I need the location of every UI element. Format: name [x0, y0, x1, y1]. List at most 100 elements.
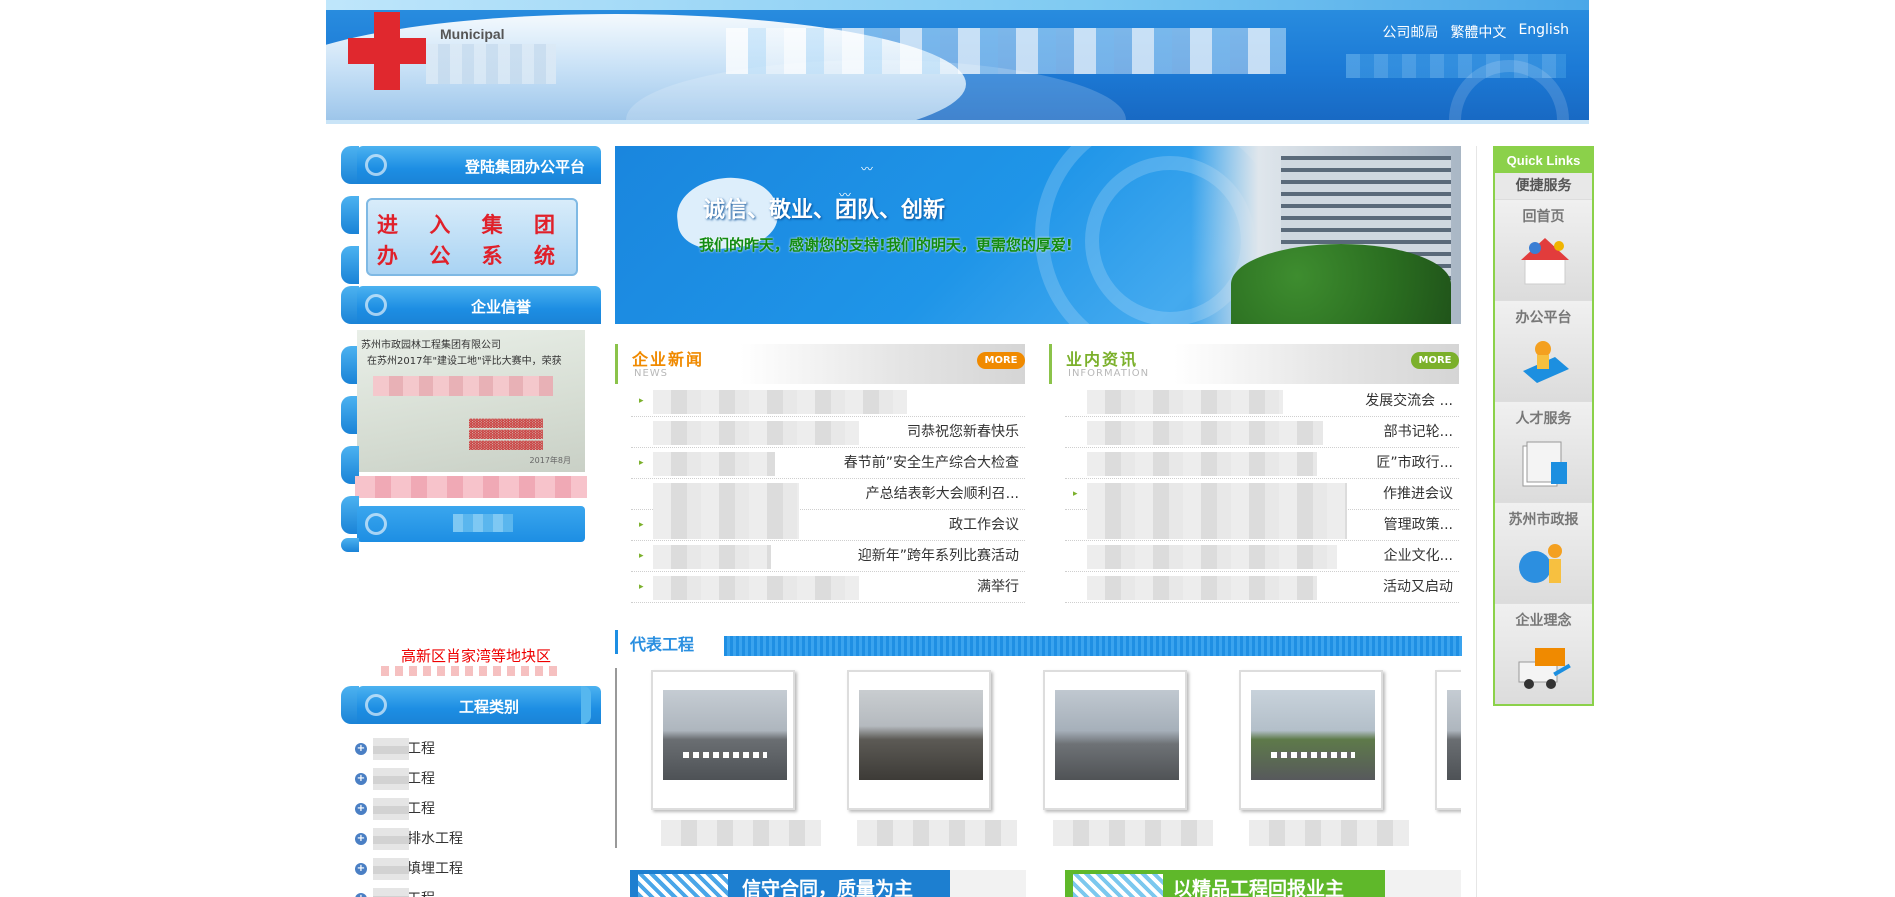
- logo-text: Municipal: [440, 26, 505, 42]
- credit-title: 企业信誉: [470, 298, 531, 316]
- company-news-more-button[interactable]: MORE: [977, 352, 1025, 369]
- industry-news-subtitle: INFORMATION: [1068, 368, 1150, 379]
- sidebar-tab-stub: [341, 538, 359, 552]
- company-news-panel: 企业新闻 NEWS MORE ▸ 司恭祝您新春快乐 ▸ 春节前”安全生产综合大检查…: [615, 344, 1025, 614]
- category-item[interactable]: + 排水工程: [355, 824, 585, 854]
- sidebar-tab-stub: [341, 246, 359, 284]
- login-platform-header[interactable]: 登陆集团办公平台: [357, 146, 601, 184]
- enter-office-system-button[interactable]: 进 入 集 团 办 公 系 统: [366, 198, 578, 276]
- quick-link-office[interactable]: 办公平台: [1495, 300, 1592, 401]
- promo-text: 以精品工程回报业主: [1173, 878, 1345, 897]
- circle-icon: [365, 694, 387, 716]
- plus-icon: +: [355, 743, 367, 755]
- certificate-text: 在苏州2017年"建设工地"评比大赛中，荣获: [367, 356, 562, 367]
- login-button-line-1: 进 入 集 团: [377, 212, 567, 237]
- arrow-icon: ▸: [639, 582, 644, 592]
- category-label: 填埋工程: [407, 861, 463, 877]
- news-item[interactable]: 产总结表彰大会顺利召...: [631, 479, 1025, 539]
- news-item[interactable]: 活动又启动: [1065, 572, 1459, 603]
- category-item[interactable]: + 工程: [355, 734, 585, 764]
- promo-banner-quality[interactable]: 以精品工程回报业主: [1065, 870, 1461, 897]
- logo-blurred-name: [426, 44, 556, 84]
- news-item[interactable]: ▸ 政工作会议: [631, 510, 1025, 541]
- quick-link-label: 企业理念: [1515, 613, 1572, 629]
- category-item[interactable]: + 工程: [355, 884, 585, 897]
- industry-news-panel: 业内资讯 INFORMATION MORE 发展交流会 ... 部书记轮... …: [1049, 344, 1459, 614]
- news-item[interactable]: 管理政策...: [1065, 510, 1459, 541]
- category-header: 工程类别: [357, 686, 601, 724]
- project-card[interactable]: [821, 668, 1017, 848]
- certificate-blurred-award: [373, 376, 553, 396]
- category-item[interactable]: + 填埋工程: [355, 854, 585, 884]
- scrolling-banner-blurred: [355, 476, 587, 498]
- certificate-company: 苏州市政园林工程集团有限公司: [361, 340, 501, 351]
- talent-icon: [1522, 441, 1567, 487]
- news-item[interactable]: ▸: [631, 386, 1025, 417]
- news-item[interactable]: 司恭祝您新春快乐: [631, 417, 1025, 448]
- company-name-blurred: [726, 28, 1286, 74]
- news-item[interactable]: ▸ 满举行: [631, 572, 1025, 603]
- credit-certificate-image[interactable]: 苏州市政园林工程集团有限公司 在苏州2017年"建设工地"评比大赛中，荣获 ▓▓…: [357, 330, 585, 472]
- category-title: 工程类别: [458, 698, 519, 716]
- projects-title: 代表工程: [630, 635, 695, 654]
- news-item[interactable]: 部书记轮...: [1065, 417, 1459, 448]
- project-caption-blurred: [661, 820, 821, 846]
- quick-link-suzhou-news[interactable]: 苏州市政报: [1495, 502, 1592, 603]
- project-caption-blurred: [857, 820, 1017, 846]
- project-card[interactable]: [625, 668, 821, 848]
- projects-header-bar: [724, 636, 1462, 656]
- quick-link-philosophy[interactable]: 企业理念: [1495, 603, 1592, 704]
- circle-icon: [365, 154, 387, 176]
- bottle-image: [1385, 870, 1461, 897]
- credit-header: 企业信誉: [357, 286, 601, 324]
- arrow-icon: ▸: [1073, 489, 1078, 499]
- category-label: 工程: [407, 741, 435, 757]
- industry-news-more-button[interactable]: MORE: [1411, 352, 1459, 369]
- project-card[interactable]: [1409, 668, 1461, 848]
- category-item[interactable]: + 工程: [355, 794, 585, 824]
- link-english[interactable]: English: [1518, 22, 1569, 42]
- logo-cross-icon[interactable]: [348, 12, 426, 90]
- category-list: + 工程 + 工程 + 工程 + 排水工程 + 填埋工程 + 工程: [355, 734, 585, 897]
- project-caption-blurred: [1053, 820, 1213, 846]
- category-item[interactable]: + 工程: [355, 764, 585, 794]
- projects-carousel: [615, 668, 1461, 848]
- category-label: 工程: [407, 801, 435, 817]
- link-traditional-chinese[interactable]: 繁體中文: [1450, 22, 1506, 42]
- company-news-title: 企业新闻: [632, 350, 705, 369]
- project-card[interactable]: [1017, 668, 1213, 848]
- news-item[interactable]: 匠”市政行...: [1065, 448, 1459, 479]
- project-photo: [1055, 690, 1179, 780]
- company-news-list: ▸ 司恭祝您新春快乐 ▸ 春节前”安全生产综合大检查 产总结表彰大会顺利召... …: [631, 386, 1025, 603]
- plus-icon: +: [355, 863, 367, 875]
- quick-link-home[interactable]: 回首页: [1495, 199, 1592, 300]
- quick-links-panel: Quick Links 便捷服务 回首页 办公平台 人才服务 苏州市政报 企业理…: [1493, 146, 1594, 706]
- news-item[interactable]: 企业文化...: [1065, 541, 1459, 572]
- news-item[interactable]: ▸ 春节前”安全生产综合大检查: [631, 448, 1025, 479]
- news-item[interactable]: ▸ 作推进会议: [1065, 479, 1459, 539]
- philosophy-icon: [1518, 648, 1571, 689]
- link-company-mail[interactable]: 公司邮局: [1382, 22, 1438, 42]
- quick-link-label: 回首页: [1522, 209, 1565, 225]
- column-divider: [1476, 146, 1477, 897]
- project-photo: [859, 690, 983, 780]
- project-card[interactable]: [1213, 668, 1409, 848]
- representative-projects-header: 代表工程: [615, 630, 1462, 656]
- bird-icon: 〰: [861, 162, 874, 176]
- category-label: 工程: [407, 891, 435, 897]
- banner-subline: 我们的昨天，感谢您的支持!我们的明天，更需您的厚爱!: [699, 236, 1073, 254]
- company-news-subtitle: NEWS: [634, 368, 669, 379]
- main-banner: 〰 〰 诚信、敬业、团队、创新 我们的昨天，感谢您的支持!我们的明天，更需您的厚…: [615, 146, 1461, 324]
- plus-icon: +: [355, 833, 367, 845]
- news-item[interactable]: 发展交流会 ...: [1065, 386, 1459, 417]
- quick-links-subtitle: 便捷服务: [1495, 173, 1592, 199]
- quick-link-talent[interactable]: 人才服务: [1495, 401, 1592, 502]
- project-photo: [1447, 690, 1461, 780]
- home-icon: [1521, 238, 1569, 285]
- left-sidebar: 登陆集团办公平台 进 入 集 团 办 公 系 统 企业信誉 苏州市政园林工程集团…: [341, 146, 601, 897]
- news-item[interactable]: ▸ 迎新年”跨年系列比赛活动: [631, 541, 1025, 572]
- category-label: 排水工程: [407, 831, 463, 847]
- promo-banner-contract[interactable]: 信守合同，质量为主: [630, 870, 1026, 897]
- arrow-icon: ▸: [639, 396, 644, 406]
- arrow-icon: ▸: [639, 520, 644, 530]
